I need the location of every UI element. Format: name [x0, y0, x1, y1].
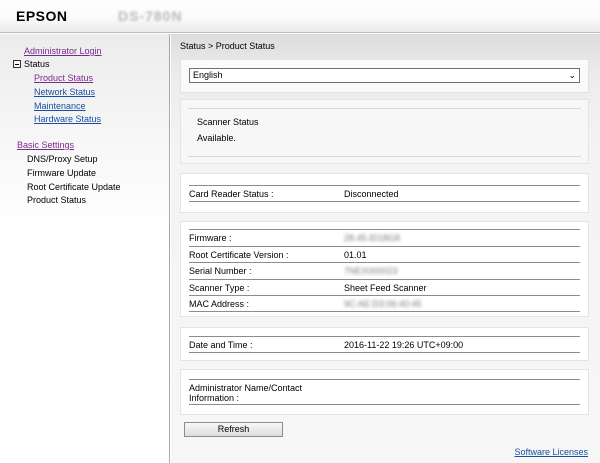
- table-row: Root Certificate Version : 01.01: [189, 245, 580, 263]
- admin-contact-rows: Administrator Name/Contact Information :: [189, 379, 580, 405]
- sidebar-item-basic-product-status[interactable]: Product Status: [27, 195, 86, 205]
- device-info-rows: Firmware : 28.45.ID18G8 Root Certificate…: [189, 229, 580, 312]
- mac-address-label: MAC Address :: [189, 299, 250, 309]
- scanner-status-box: Scanner Status Available.: [188, 108, 581, 157]
- root-cert-version-value: 01.01: [344, 249, 367, 260]
- sidebar-status-label: Status: [24, 59, 50, 69]
- serial-number-value: 7NEX000023: [344, 266, 398, 276]
- sidebar-status-group[interactable]: Status: [13, 59, 50, 69]
- scanner-type-label: Scanner Type :: [189, 282, 250, 293]
- scanner-status-title: Scanner Status: [197, 117, 259, 127]
- software-licenses-link[interactable]: Software Licenses: [514, 447, 588, 457]
- sidebar-item-network-status[interactable]: Network Status: [34, 87, 95, 97]
- sidebar-item-firmware-update[interactable]: Firmware Update: [27, 168, 96, 178]
- datetime-value: 2016-11-22 19:26 UTC+09:00: [344, 340, 464, 350]
- language-selected-value: English: [193, 70, 223, 80]
- app-header: EPSON DS-780N: [0, 0, 600, 33]
- firmware-value: 28.45.ID18G8: [344, 233, 401, 243]
- card-reader-label: Card Reader Status :: [189, 189, 274, 199]
- scanner-status-value: Available.: [197, 133, 236, 143]
- refresh-button[interactable]: Refresh: [184, 422, 283, 437]
- root-cert-version-label: Root Certificate Version :: [189, 249, 289, 260]
- breadcrumb: Status > Product Status: [180, 41, 275, 51]
- sidebar-item-maintenance[interactable]: Maintenance: [34, 101, 86, 111]
- main-content: Status > Product Status English ⌄ Scanne…: [171, 34, 600, 463]
- card-reader-rows: Card Reader Status : Disconnected: [189, 185, 580, 202]
- mac-address-value: 9C:AE:D3:06:40:45: [344, 299, 422, 309]
- serial-number-label: Serial Number :: [189, 266, 252, 276]
- table-row: Firmware : 28.45.ID18G8: [189, 229, 580, 246]
- language-select[interactable]: English ⌄: [189, 68, 580, 83]
- sidebar-item-root-cert-update[interactable]: Root Certificate Update: [27, 182, 121, 192]
- scanner-type-value: Sheet Feed Scanner: [344, 282, 427, 293]
- admin-contact-panel: Administrator Name/Contact Information :: [180, 369, 589, 415]
- language-panel: English ⌄: [180, 59, 589, 93]
- card-reader-value: Disconnected: [344, 189, 399, 199]
- sidebar-basic-settings-link[interactable]: Basic Settings: [17, 140, 74, 150]
- card-reader-panel: Card Reader Status : Disconnected: [180, 173, 589, 213]
- chevron-down-icon[interactable]: ⌄: [568, 70, 576, 81]
- model-name: DS-780N: [118, 8, 183, 24]
- table-row: Date and Time : 2016-11-22 19:26 UTC+09:…: [189, 336, 580, 353]
- scanner-status-panel: Scanner Status Available.: [180, 99, 589, 164]
- collapse-minus-icon[interactable]: [13, 60, 21, 68]
- table-row: Serial Number : 7NEX000023: [189, 262, 580, 279]
- sidebar-admin-login-link[interactable]: Administrator Login: [24, 46, 102, 56]
- device-info-panel: Firmware : 28.45.ID18G8 Root Certificate…: [180, 221, 589, 317]
- admin-contact-label: Administrator Name/Contact Information :: [189, 383, 303, 403]
- sidebar-item-dns-proxy[interactable]: DNS/Proxy Setup: [27, 154, 98, 164]
- firmware-label: Firmware :: [189, 233, 232, 243]
- table-row: Card Reader Status : Disconnected: [189, 185, 580, 202]
- table-row: MAC Address : 9C:AE:D3:06:40:45: [189, 295, 580, 312]
- table-row: Administrator Name/Contact Information :: [189, 379, 580, 405]
- epson-logo: EPSON: [16, 8, 68, 24]
- sidebar-item-product-status[interactable]: Product Status: [34, 73, 93, 83]
- table-row: Scanner Type : Sheet Feed Scanner: [189, 278, 580, 296]
- sidebar-item-hardware-status[interactable]: Hardware Status: [34, 114, 101, 124]
- datetime-rows: Date and Time : 2016-11-22 19:26 UTC+09:…: [189, 336, 580, 353]
- datetime-label: Date and Time :: [189, 340, 253, 350]
- sidebar: Administrator Login Status Product Statu…: [0, 34, 170, 463]
- datetime-panel: Date and Time : 2016-11-22 19:26 UTC+09:…: [180, 327, 589, 361]
